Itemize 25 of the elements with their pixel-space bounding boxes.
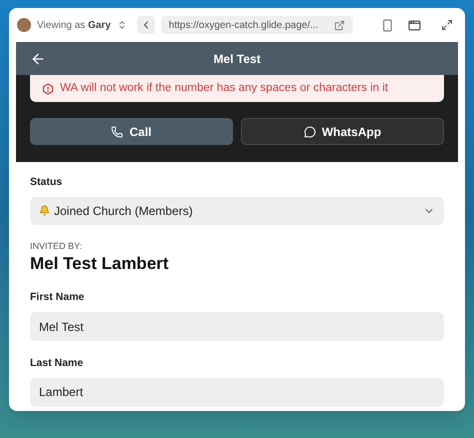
invited-by-name: Mel Test Lambert: [30, 253, 170, 276]
bell-icon: [39, 205, 50, 216]
field-label: Last Name: [30, 356, 84, 371]
status-select[interactable]: Joined Church (Members): [30, 196, 444, 225]
chevrons-icon[interactable]: [116, 20, 127, 30]
back-button[interactable]: [136, 16, 155, 34]
field-label: Status: [30, 175, 64, 190]
whatsapp-button[interactable]: WhatsApp: [241, 118, 444, 145]
viewer-selector[interactable]: Viewing as Gary: [37, 18, 111, 32]
call-button[interactable]: Call: [30, 118, 233, 145]
url-field[interactable]: https://oxygen-catch.glide.page/...: [160, 16, 353, 34]
warning-icon: [42, 82, 54, 94]
page-title: Mel Test: [212, 50, 262, 68]
chat-bubble-icon: [304, 126, 316, 138]
window-icon[interactable]: [408, 18, 421, 32]
phone-icon: [111, 126, 124, 138]
warning-text: WA will not work if the number has any spaces or characters in it: [60, 80, 388, 96]
expand-icon[interactable]: [441, 19, 453, 31]
invited-by-label: INVITED BY:: [30, 240, 84, 253]
field-label: First Name: [30, 290, 86, 306]
text-field[interactable]: Mel Test: [30, 312, 444, 341]
phone-icon[interactable]: [381, 18, 394, 32]
external-link-icon[interactable]: [334, 20, 345, 30]
avatar-icon: [17, 18, 31, 32]
text-field[interactable]: Lambert: [30, 378, 444, 407]
